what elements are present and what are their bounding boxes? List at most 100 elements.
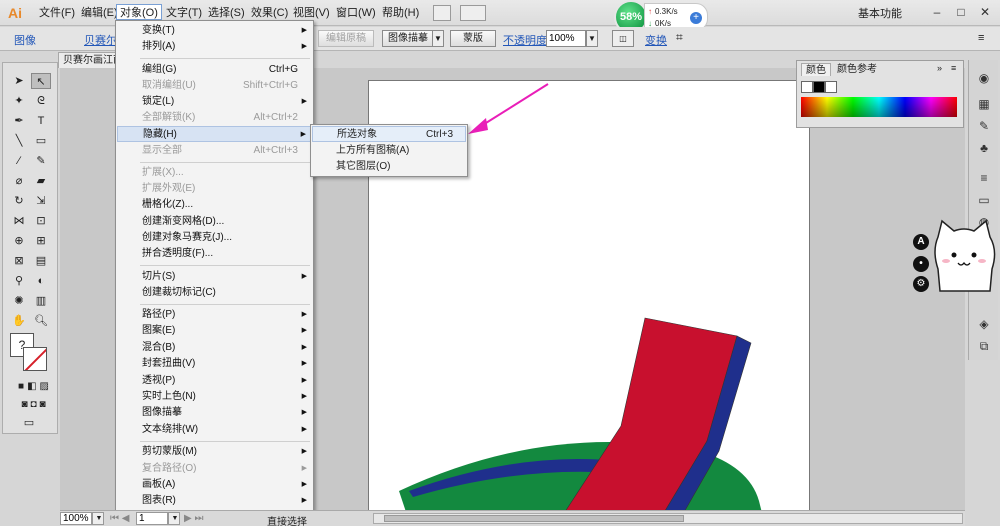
zoom-tool-icon[interactable]: 🔍︎ — [31, 313, 51, 329]
menu-item-compound-path[interactable]: 复合路径(O) ▶ — [117, 461, 312, 477]
swatches-icon[interactable]: ▦ — [975, 96, 993, 112]
menu-object[interactable]: 对象(O) — [116, 4, 162, 20]
menu-item-live-paint[interactable]: 实时上色(N) ▶ — [117, 389, 312, 405]
opacity-dropdown[interactable]: ▼ — [586, 30, 598, 47]
width-tool-icon[interactable]: ⋈ — [9, 213, 29, 229]
eyedropper-tool-icon[interactable]: ⚲ — [9, 273, 29, 289]
recolor-icon[interactable]: ◫ — [612, 30, 634, 47]
cat-text-button[interactable]: A — [913, 234, 929, 250]
menu-item-lock[interactable]: 锁定(L) ▶ — [117, 94, 312, 110]
menu-window[interactable]: 窗口(W) — [333, 5, 379, 21]
menu-item-expand[interactable]: 扩展(X)... — [117, 165, 312, 181]
gradient-tool-icon[interactable]: ▤ — [31, 253, 51, 269]
cat-mascot-icon[interactable] — [930, 217, 998, 295]
zoom-input[interactable] — [60, 512, 92, 525]
stroke-icon[interactable]: ≡ — [975, 170, 993, 186]
screen-mode-icon[interactable]: ▭ — [19, 415, 39, 431]
menu-item-perspective[interactable]: 透视(P) ▶ — [117, 373, 312, 389]
mask-button[interactable]: 蒙版 — [450, 30, 496, 47]
arrange-documents-icon[interactable] — [460, 5, 486, 21]
menu-text[interactable]: 文字(T) — [163, 5, 205, 21]
menu-view[interactable]: 视图(V) — [290, 5, 333, 21]
zoom-dropdown[interactable]: ▼ — [92, 512, 104, 525]
submenu-item-other-layers[interactable]: 其它图层(O) — [312, 159, 466, 175]
free-transform-tool-icon[interactable]: ⊡ — [31, 213, 51, 229]
color-spectrum[interactable] — [801, 97, 957, 117]
linked-file-link[interactable]: 贝赛尔 — [84, 32, 117, 48]
pencil-tool-icon[interactable]: ✎ — [31, 153, 51, 169]
menu-edit[interactable]: 编辑(E) — [78, 5, 121, 21]
opacity-input[interactable] — [546, 30, 586, 47]
menu-item-flatten-transparency[interactable]: 拼合透明度(F)... — [117, 246, 312, 262]
symbol-sprayer-tool-icon[interactable]: ✺ — [9, 293, 29, 309]
menu-file[interactable]: 文件(F) — [36, 5, 78, 21]
panel-menu-icon[interactable]: ≡ — [951, 63, 956, 73]
menu-item-show-all[interactable]: 显示全部 Alt+Ctrl+3 — [117, 143, 312, 159]
blend-tool-icon[interactable]: ◐ — [31, 273, 51, 289]
menu-item-transform[interactable]: 变换(T) ▶ — [117, 23, 312, 39]
workspace-switcher[interactable]: 基本功能 — [858, 5, 902, 21]
submenu-item-all-artwork-above[interactable]: 上方所有图稿(A) — [312, 143, 466, 159]
tab-color-guide[interactable]: 颜色参考 — [833, 63, 881, 76]
black-swatch[interactable] — [813, 81, 825, 93]
edit-original-button[interactable]: 编辑原稿 — [318, 30, 374, 47]
plus-icon[interactable]: + — [690, 12, 702, 24]
artboard-number-input[interactable] — [136, 512, 168, 525]
draw-mode-icons[interactable]: ◙◘◙ — [9, 397, 61, 413]
maximize-button[interactable]: □ — [954, 3, 968, 21]
menu-item-path[interactable]: 路径(P) ▶ — [117, 307, 312, 323]
artboard-dropdown[interactable]: ▼ — [168, 512, 180, 525]
shape-builder-tool-icon[interactable]: ⊕ — [9, 233, 29, 249]
menu-item-artboards[interactable]: 画板(A) ▶ — [117, 477, 312, 493]
rotate-tool-icon[interactable]: ↻ — [9, 193, 29, 209]
mesh-tool-icon[interactable]: ⊠ — [9, 253, 29, 269]
type-tool-icon[interactable]: T — [31, 113, 51, 129]
color-mode-icons[interactable]: ■◧▨ — [9, 379, 61, 395]
menu-item-text-wrap[interactable]: 文本绕排(W) ▶ — [117, 422, 312, 438]
direct-selection-tool-icon[interactable]: ↖ — [31, 73, 51, 89]
menu-item-image-trace[interactable]: 图像描摹 ▶ — [117, 405, 312, 421]
menu-item-group[interactable]: 编组(G) Ctrl+G — [117, 62, 312, 78]
white-swatch[interactable] — [825, 81, 837, 93]
panel-menu-icon[interactable]: ≡ — [978, 32, 984, 44]
eraser-tool-icon[interactable]: ▰ — [31, 173, 51, 189]
close-button[interactable]: ✕ — [978, 3, 992, 21]
menu-item-hide[interactable]: 隐藏(H) ▶ — [117, 126, 312, 142]
lasso-tool-icon[interactable]: ᘓ — [31, 93, 51, 109]
stroke-swatch[interactable] — [23, 347, 47, 371]
panel-collapse-icon[interactable]: » — [937, 63, 942, 73]
opacity-label[interactable]: 不透明度: — [503, 32, 550, 48]
menu-item-expand-appearance[interactable]: 扩展外观(E) — [117, 181, 312, 197]
hand-tool-icon[interactable]: ✋ — [9, 313, 29, 329]
blob-brush-tool-icon[interactable]: ⌀ — [9, 173, 29, 189]
artboards-icon[interactable]: ⧉ — [975, 338, 993, 354]
tab-color[interactable]: 颜色 — [801, 63, 831, 76]
symbols-icon[interactable]: ♣ — [975, 140, 993, 156]
menu-item-object-mosaic[interactable]: 创建对象马赛克(J)... — [117, 230, 312, 246]
settings-icon[interactable]: ⚙ — [913, 276, 929, 292]
menu-item-gradient-mesh[interactable]: 创建渐变网格(D)... — [117, 214, 312, 230]
pen-tool-icon[interactable]: ✒ — [9, 113, 29, 129]
paintbrush-tool-icon[interactable]: ∕ — [9, 153, 29, 169]
menu-item-pattern[interactable]: 图案(E) ▶ — [117, 323, 312, 339]
menu-effect[interactable]: 效果(C) — [248, 5, 291, 21]
transform-link[interactable]: 变换 — [645, 32, 667, 48]
image-trace-dropdown[interactable]: ▼ — [432, 30, 444, 47]
scale-tool-icon[interactable]: ⇲ — [31, 193, 51, 209]
rectangle-tool-icon[interactable]: ▭ — [31, 133, 51, 149]
menu-item-blend[interactable]: 混合(B) ▶ — [117, 340, 312, 356]
column-graph-tool-icon[interactable]: ▥ — [31, 293, 51, 309]
menu-item-unlock-all[interactable]: 全部解锁(K) Alt+Ctrl+2 — [117, 110, 312, 126]
isolate-icon[interactable]: ⌗ — [676, 30, 683, 45]
current-tool-status[interactable]: 直接选择 — [267, 513, 307, 526]
menu-item-arrange[interactable]: 排列(A) ▶ — [117, 39, 312, 55]
next-artboard-icon[interactable]: ▶ ⏭ — [184, 513, 203, 524]
none-swatch[interactable] — [801, 81, 813, 93]
menu-item-rasterize[interactable]: 栅格化(Z)... — [117, 197, 312, 213]
perspective-grid-tool-icon[interactable]: ⊞ — [31, 233, 51, 249]
menu-item-ungroup[interactable]: 取消编组(U) Shift+Ctrl+G — [117, 78, 312, 94]
color-panel-icon[interactable]: ◉ — [975, 70, 993, 86]
image-trace-button[interactable]: 图像描摹 — [382, 30, 434, 47]
menu-select[interactable]: 选择(S) — [205, 5, 248, 21]
menu-item-crop-marks[interactable]: 创建裁切标记(C) — [117, 285, 312, 301]
